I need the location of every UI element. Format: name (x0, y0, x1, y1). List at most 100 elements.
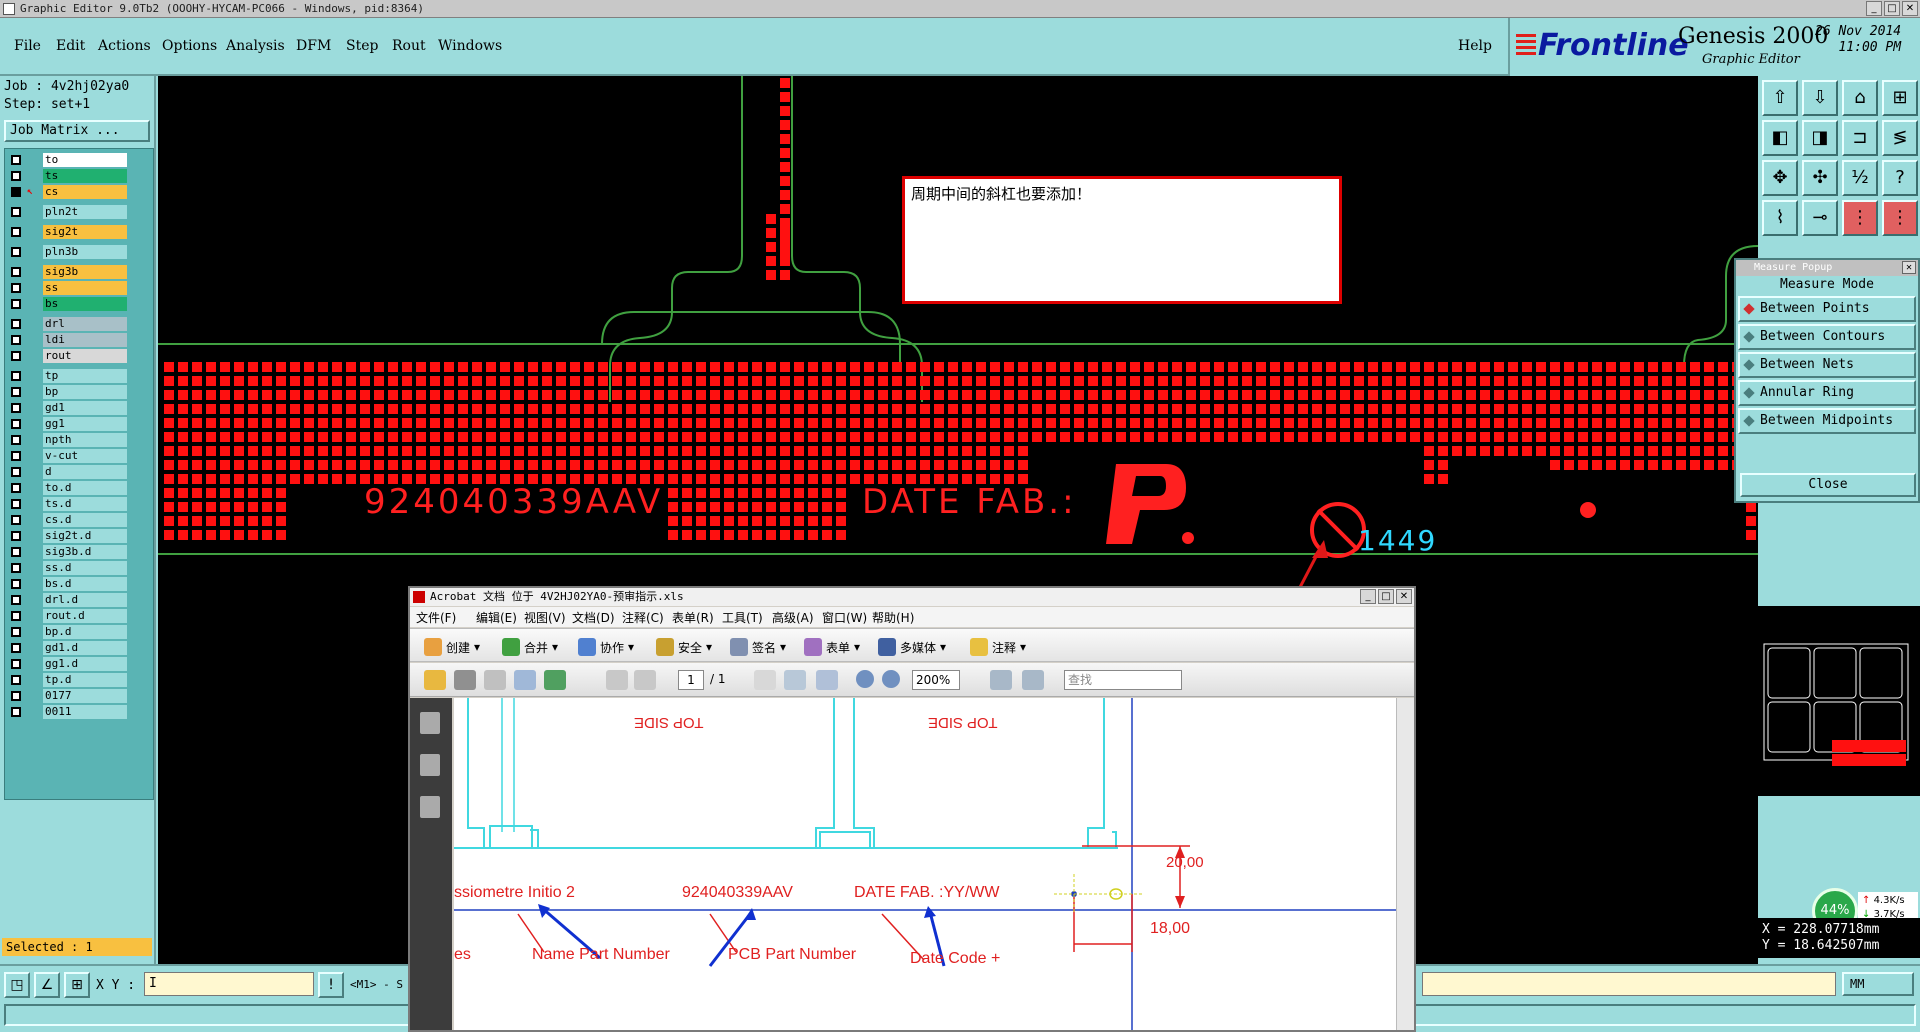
xy-input[interactable]: I (144, 972, 314, 996)
pdf-scrollbar[interactable] (1396, 698, 1414, 1030)
layer-checkbox[interactable] (11, 155, 21, 165)
open-folder-icon[interactable] (424, 670, 446, 690)
layer-label[interactable]: sig3b (43, 265, 127, 279)
layer-label[interactable]: ts (43, 169, 127, 183)
layer-row[interactable]: bs (7, 297, 153, 311)
overview-map[interactable] (1758, 606, 1920, 796)
minimize-button[interactable]: _ (1866, 1, 1882, 16)
layer-checkbox[interactable] (11, 579, 21, 589)
zoom-in-icon[interactable] (882, 670, 900, 688)
layer-checkbox[interactable] (11, 515, 21, 525)
layer-label[interactable]: tp.d (43, 673, 127, 687)
menu-file[interactable]: File (14, 38, 41, 54)
menu-dfm[interactable]: DFM (296, 38, 331, 54)
security-button[interactable]: 安全 ▾ (656, 638, 712, 656)
layer-row[interactable]: drl (7, 317, 153, 331)
acrobat-maximize-button[interactable]: □ (1378, 589, 1394, 604)
zoom-out-icon[interactable] (856, 670, 874, 688)
acrobat-menu-window[interactable]: 窗口(W) (822, 609, 867, 626)
pan-left-button[interactable]: ◧ (1762, 120, 1798, 156)
layer-row[interactable]: cs.d (7, 513, 153, 527)
layer-row[interactable]: bp.d (7, 625, 153, 639)
layer-checkbox[interactable] (11, 691, 21, 701)
route-button[interactable]: ⌇ (1762, 200, 1798, 236)
layer-label[interactable]: to.d (43, 481, 127, 495)
layer-row[interactable]: gg1 (7, 417, 153, 431)
grid-tool-icon[interactable]: ⊞ (64, 972, 90, 998)
layer-row[interactable]: sig2t.d (7, 529, 153, 543)
layer-label[interactable]: gd1 (43, 401, 127, 415)
measure-between-nets[interactable]: Between Nets (1738, 352, 1916, 378)
layer-row[interactable]: ts.d (7, 497, 153, 511)
layer-checkbox[interactable] (11, 643, 21, 653)
layer-checkbox[interactable] (11, 419, 21, 429)
measure-close-button[interactable]: Close (1740, 473, 1916, 497)
pdf-page[interactable]: TOP SIDE TOP SIDE ssiometre Initio 2 924… (454, 698, 1398, 1030)
layer-label[interactable]: bp (43, 385, 127, 399)
menu-actions[interactable]: Actions (98, 38, 151, 54)
save-icon[interactable] (484, 670, 506, 690)
measure-between-contours[interactable]: Between Contours (1738, 324, 1916, 350)
grid-button[interactable]: ⊞ (1882, 80, 1918, 116)
web-icon[interactable] (544, 670, 566, 690)
layer-checkbox[interactable] (11, 451, 21, 461)
layer-label[interactable]: pln2t (43, 205, 127, 219)
combine-button[interactable]: 合并 ▾ (502, 638, 558, 656)
acrobat-menu-file[interactable]: 文件(F) (416, 609, 456, 626)
zoom-out-button[interactable]: ⇩ (1802, 80, 1838, 116)
layer-row[interactable]: d (7, 465, 153, 479)
layer-row[interactable]: pln3b (7, 245, 153, 259)
layer-checkbox[interactable] (11, 675, 21, 685)
layer-label[interactable]: rout.d (43, 609, 127, 623)
menu-analysis[interactable]: Analysis (226, 38, 285, 54)
fit-page-icon[interactable] (990, 670, 1012, 690)
angle-tool-icon[interactable]: ∠ (34, 972, 60, 998)
alert-icon[interactable]: ! (318, 972, 344, 998)
zoom-tool-icon[interactable] (816, 670, 838, 690)
layer-label[interactable]: sig3b.d (43, 545, 127, 559)
layer-row[interactable]: rout.d (7, 609, 153, 623)
zoom-home-button[interactable]: ⇧ (1762, 80, 1798, 116)
menu-edit[interactable]: Edit (56, 38, 85, 54)
layer-checkbox[interactable] (11, 595, 21, 605)
layer-row[interactable]: gd1.d (7, 641, 153, 655)
layer-checkbox[interactable] (11, 299, 21, 309)
create-button[interactable]: 创建 ▾ (424, 638, 480, 656)
layer-checkbox[interactable] (11, 627, 21, 637)
layer-checkbox[interactable] (11, 227, 21, 237)
close-button[interactable]: ✕ (1902, 1, 1918, 16)
layer-checkbox[interactable] (11, 319, 21, 329)
connect-button[interactable]: ⋮ (1882, 200, 1918, 236)
layer-row[interactable]: to (7, 153, 153, 167)
acrobat-menu-help[interactable]: 帮助(H) (872, 609, 914, 626)
layer-label[interactable]: gg1 (43, 417, 127, 431)
layer-checkbox[interactable] (11, 547, 21, 557)
layer-row[interactable]: bs.d (7, 577, 153, 591)
acrobat-menu-comment[interactable]: 注释(C) (622, 609, 664, 626)
layer-row[interactable]: ldi (7, 333, 153, 347)
layer-row[interactable]: ↖ cs (7, 185, 153, 199)
pages-icon[interactable] (420, 712, 440, 734)
layer-checkbox[interactable] (11, 207, 21, 217)
layer-checkbox[interactable] (11, 563, 21, 573)
zoom-level[interactable]: 200% (912, 670, 960, 690)
mirror-button[interactable]: ≶ (1882, 120, 1918, 156)
layer-label[interactable]: drl.d (43, 593, 127, 607)
maximize-button[interactable]: □ (1884, 1, 1900, 16)
sign-button[interactable]: 签名 ▾ (730, 638, 786, 656)
layer-label[interactable]: gd1.d (43, 641, 127, 655)
layer-row[interactable]: ts (7, 169, 153, 183)
layer-checkbox[interactable] (11, 403, 21, 413)
layer-label[interactable]: cs.d (43, 513, 127, 527)
layer-checkbox[interactable] (11, 351, 21, 361)
snap-button[interactable]: ⊐ (1842, 120, 1878, 156)
layer-row[interactable]: pln2t (7, 205, 153, 219)
layer-checkbox[interactable] (11, 531, 21, 541)
layer-row[interactable]: gd1 (7, 401, 153, 415)
move-button[interactable]: ✣ (1802, 160, 1838, 196)
layer-label[interactable]: ts.d (43, 497, 127, 511)
attachments-icon[interactable] (420, 754, 440, 776)
probe-button[interactable]: ⊸ (1802, 200, 1838, 236)
forms-button[interactable]: 表单 ▾ (804, 638, 860, 656)
print-icon[interactable] (454, 670, 476, 690)
